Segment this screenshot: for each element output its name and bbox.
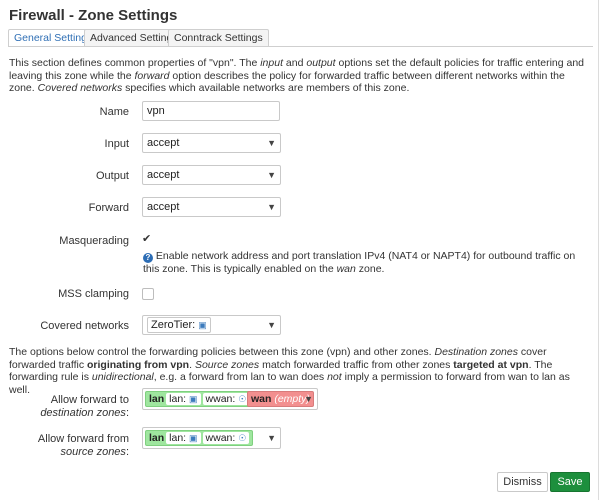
covered-networks-select[interactable]: ZeroTier: ▣ ▼ (142, 315, 281, 335)
covered-network-label: ZeroTier: (151, 319, 196, 331)
chevron-down-icon: ▼ (267, 320, 276, 330)
masquerading-label: Masquerading (59, 235, 129, 247)
zone-network-chip: lan: ▣ (166, 393, 201, 405)
desc-em: forward (134, 69, 170, 82)
desc-strong: targeted at vpn (453, 358, 529, 371)
help-icon: ? (143, 253, 153, 263)
src-zones-select[interactable]: lan lan: ▣ wwan: ☉ ▼ (142, 427, 281, 449)
output-label: Output (95, 170, 129, 182)
dest-zones-label: Allow forward to destination zones: (9, 394, 129, 420)
zone-name: lan (149, 393, 165, 405)
network-interface-icon: ▣ (189, 433, 198, 443)
desc-em: output (306, 57, 336, 69)
label-text: : (125, 407, 129, 419)
name-input[interactable]: vpn (142, 101, 280, 121)
page-right-border (598, 0, 599, 500)
page-title: Firewall - Zone Settings (9, 7, 178, 24)
input-label: Input (104, 138, 129, 150)
input-policy-value: accept (147, 137, 180, 149)
section-description: This section defines common properties o… (9, 57, 592, 95)
input-policy-select[interactable]: accept ▼ (142, 133, 281, 153)
desc-text: and (283, 57, 307, 69)
desc-text: The options below control the forwarding… (9, 346, 435, 358)
forward-label: Forward (88, 202, 129, 214)
zone-network-label: lan: (169, 393, 187, 405)
label-text: Allow forward from (37, 433, 129, 445)
help-text: zone. (355, 263, 385, 275)
help-em: wan (336, 263, 356, 275)
zone-name: lan (149, 432, 165, 444)
chevron-down-icon: ▼ (267, 170, 276, 180)
zone-network-chip: wwan: ☉ (202, 432, 250, 444)
label-em: source zones (60, 446, 126, 458)
label-em: destination zones (40, 407, 126, 419)
src-zones-label: Allow forward from source zones: (9, 433, 129, 459)
covered-networks-label: Covered networks (40, 320, 129, 332)
forward-policy-select[interactable]: accept ▼ (142, 197, 281, 217)
output-policy-value: accept (147, 169, 180, 181)
desc-text: match forwarded traffic from other zones (259, 358, 454, 371)
zone-network-chip: lan: ▣ (166, 432, 201, 444)
mss-clamping-checkbox[interactable] (142, 288, 154, 300)
desc-em: input (260, 57, 283, 69)
desc-em: Source zones (194, 358, 260, 371)
chevron-down-icon: ▼ (267, 138, 276, 148)
zone-chip-lan: lan lan: ▣ wwan: ☉ (145, 391, 254, 407)
network-interface-icon: ▣ (198, 320, 207, 330)
label-text: : (125, 446, 129, 458)
zone-network-chip: wwan: ☉ (202, 393, 250, 405)
desc-text: , e.g. a forward from lan to wan does (153, 371, 328, 383)
output-policy-select[interactable]: accept ▼ (142, 165, 281, 185)
masquerading-checkbox[interactable]: ✔ (142, 233, 154, 246)
save-button[interactable]: Save (550, 472, 590, 492)
zone-network-label: lan: (169, 432, 187, 444)
dest-zones-select[interactable]: lan lan: ▣ wwan: ☉ wan (empty) ▼ (142, 388, 318, 410)
desc-strong: originating from vpn (87, 358, 190, 371)
desc-text: specifies which available networks are m… (122, 82, 410, 94)
chevron-down-icon: ▼ (267, 202, 276, 212)
covered-network-chip: ZeroTier: ▣ (147, 317, 211, 333)
forward-policy-value: accept (147, 201, 180, 213)
zone-name: wan (251, 393, 272, 405)
zone-network-label: wwan: (205, 432, 236, 444)
tab-conntrack-settings[interactable]: Conntrack Settings (168, 29, 269, 47)
desc-text: This section defines common properties o… (9, 57, 261, 69)
wireless-interface-icon: ☉ (238, 433, 247, 443)
dismiss-button[interactable]: Dismiss (497, 472, 548, 492)
masquerading-help: ? Enable network address and port transl… (143, 250, 583, 276)
mss-clamping-label: MSS clamping (58, 288, 129, 300)
wireless-interface-icon: ☉ (238, 394, 247, 404)
desc-em: unidirectional (91, 371, 154, 383)
desc-em: not (327, 371, 342, 383)
label-text: Allow forward to (50, 394, 129, 406)
chevron-down-icon: ▼ (267, 433, 276, 443)
tab-divider (8, 46, 593, 47)
zone-chip-lan: lan lan: ▣ wwan: ☉ (145, 430, 254, 446)
network-interface-icon: ▣ (189, 394, 198, 404)
checkmark-icon: ✔ (142, 233, 152, 245)
desc-em: Covered networks (37, 82, 123, 94)
chevron-down-icon: ▼ (304, 394, 313, 404)
zone-network-label: wwan: (205, 393, 236, 405)
desc-em: Destination zones (434, 346, 518, 358)
name-label: Name (99, 106, 129, 118)
